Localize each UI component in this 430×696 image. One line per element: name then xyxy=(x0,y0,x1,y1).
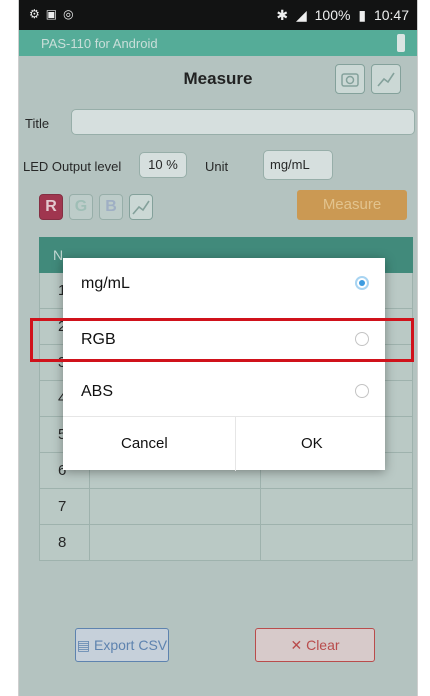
option-abs[interactable]: ABS xyxy=(63,366,385,418)
radio-selected-icon[interactable] xyxy=(355,276,369,290)
option-label: mg/mL xyxy=(81,275,130,292)
dialog-actions: Cancel OK xyxy=(63,416,385,471)
actions-divider xyxy=(235,417,236,471)
cancel-button[interactable]: Cancel xyxy=(121,435,168,452)
option-mg-ml[interactable]: mg/mL xyxy=(63,258,385,310)
radio-unselected-icon[interactable] xyxy=(355,384,369,398)
unit-picker-dialog: mg/mL RGB ABS Cancel OK xyxy=(63,258,385,471)
highlight-box xyxy=(30,318,414,362)
ok-button[interactable]: OK xyxy=(301,435,323,452)
option-label: ABS xyxy=(81,383,114,400)
